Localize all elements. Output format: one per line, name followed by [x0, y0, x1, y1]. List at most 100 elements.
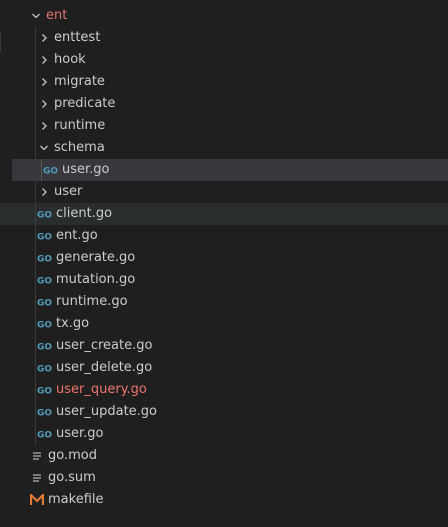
file-user-create-go[interactable]: GO user_create.go [36, 335, 152, 357]
folder-label: user [54, 184, 83, 199]
tree-row-ent[interactable]: ent [0, 5, 448, 27]
folder-ent[interactable]: ent [28, 5, 67, 27]
go-file-icon: GO [36, 203, 54, 225]
go-file-icon: GO [36, 269, 54, 291]
file-ent-go[interactable]: GO ent.go [36, 225, 98, 247]
file-go-mod[interactable]: go.mod [28, 445, 97, 467]
tree-row-schema-user-go[interactable]: GO user.go [12, 159, 448, 181]
tree-row-hook[interactable]: hook [0, 49, 448, 71]
file-explorer-tree: ent enttest hook migrate predicate runti… [0, 5, 448, 511]
tree-row-tx-go[interactable]: GO tx.go [0, 313, 448, 335]
file-tx-go[interactable]: GO tx.go [36, 313, 89, 335]
go-file-icon: GO [36, 379, 54, 401]
file-go-sum[interactable]: go.sum [28, 467, 96, 489]
svg-text:GO: GO [37, 255, 52, 264]
svg-text:GO: GO [37, 387, 52, 396]
file-label: generate.go [56, 250, 136, 265]
file-label: go.sum [48, 470, 96, 485]
go-file-icon: GO [42, 159, 60, 181]
go-file-icon: GO [36, 423, 54, 445]
file-label: makefile [48, 492, 104, 507]
folder-label: hook [54, 52, 86, 67]
file-schema-user-go[interactable]: GO user.go [42, 159, 110, 181]
chevron-right-icon [36, 71, 52, 93]
tree-row-enttest[interactable]: enttest [0, 27, 448, 49]
file-runtime-go[interactable]: GO runtime.go [36, 291, 128, 313]
file-user-go[interactable]: GO user.go [36, 423, 104, 445]
go-file-icon: GO [36, 401, 54, 423]
indent-guide [35, 159, 36, 181]
tree-row-user-query-go[interactable]: GO user_query.go [0, 379, 448, 401]
file-label: runtime.go [56, 294, 128, 309]
file-label: user.go [62, 162, 110, 177]
go-file-icon: GO [36, 291, 54, 313]
file-label: user.go [56, 426, 104, 441]
folder-label: schema [54, 140, 105, 155]
file-label: ent.go [56, 228, 98, 243]
tree-row-user-update-go[interactable]: GO user_update.go [0, 401, 448, 423]
folder-label: runtime [54, 118, 106, 133]
folder-runtime[interactable]: runtime [36, 115, 105, 137]
lines-file-icon [28, 467, 46, 489]
svg-text:GO: GO [43, 167, 58, 176]
folder-label: predicate [54, 96, 116, 111]
tree-row-mutation-go[interactable]: GO mutation.go [0, 269, 448, 291]
folder-label: migrate [54, 74, 105, 89]
file-label: client.go [56, 206, 113, 221]
folder-predicate[interactable]: predicate [36, 93, 115, 115]
chevron-right-icon [36, 181, 52, 203]
svg-text:GO: GO [37, 277, 52, 286]
go-file-icon: GO [36, 247, 54, 269]
folder-migrate[interactable]: migrate [36, 71, 105, 93]
go-file-icon: GO [36, 225, 54, 247]
tree-row-go-sum[interactable]: go.sum [0, 467, 448, 489]
file-label: user_update.go [56, 404, 157, 419]
file-label: user_create.go [56, 338, 153, 353]
file-label: tx.go [56, 316, 90, 331]
file-makefile[interactable]: makefile [28, 489, 104, 511]
tree-row-runtime[interactable]: runtime [0, 115, 448, 137]
folder-hook[interactable]: hook [36, 49, 86, 71]
file-user-query-go[interactable]: GO user_query.go [36, 379, 147, 401]
tree-row-go-mod[interactable]: go.mod [0, 445, 448, 467]
file-client-go[interactable]: GO client.go [36, 203, 112, 225]
go-file-icon: GO [36, 313, 54, 335]
folder-schema[interactable]: schema [36, 137, 105, 159]
tree-row-user-delete-go[interactable]: GO user_delete.go [0, 357, 448, 379]
file-label: user_delete.go [56, 360, 153, 375]
svg-text:GO: GO [37, 211, 52, 220]
file-user-update-go[interactable]: GO user_update.go [36, 401, 157, 423]
tree-row-ent-go[interactable]: GO ent.go [0, 225, 448, 247]
tree-row-user-go[interactable]: GO user.go [0, 423, 448, 445]
tree-row-migrate[interactable]: migrate [0, 71, 448, 93]
svg-text:GO: GO [37, 299, 52, 308]
chevron-right-icon [36, 115, 52, 137]
file-user-delete-go[interactable]: GO user_delete.go [36, 357, 152, 379]
folder-label: ent [46, 8, 68, 23]
folder-enttest[interactable]: enttest [36, 27, 100, 49]
file-label: mutation.go [56, 272, 136, 287]
chevron-right-icon [36, 93, 52, 115]
tree-row-user-create-go[interactable]: GO user_create.go [0, 335, 448, 357]
file-generate-go[interactable]: GO generate.go [36, 247, 135, 269]
go-file-icon: GO [36, 357, 54, 379]
tree-row-runtime-go[interactable]: GO runtime.go [0, 291, 448, 313]
file-label: go.mod [48, 448, 97, 463]
tree-row-user[interactable]: user [0, 181, 448, 203]
tree-row-generate-go[interactable]: GO generate.go [0, 247, 448, 269]
file-mutation-go[interactable]: GO mutation.go [36, 269, 135, 291]
svg-text:GO: GO [37, 321, 52, 330]
chevron-down-icon [28, 5, 44, 27]
tree-row-schema[interactable]: schema [0, 137, 448, 159]
svg-text:GO: GO [37, 409, 52, 418]
tree-row-client-go[interactable]: GO client.go [0, 203, 448, 225]
tree-row-predicate[interactable]: predicate [0, 93, 448, 115]
folder-label: enttest [54, 30, 101, 45]
tree-row-makefile[interactable]: makefile [0, 489, 448, 511]
svg-text:GO: GO [37, 431, 52, 440]
svg-text:GO: GO [37, 365, 52, 374]
lines-file-icon [28, 445, 46, 467]
chevron-right-icon [36, 27, 52, 49]
svg-text:GO: GO [37, 343, 52, 352]
folder-user[interactable]: user [36, 181, 82, 203]
